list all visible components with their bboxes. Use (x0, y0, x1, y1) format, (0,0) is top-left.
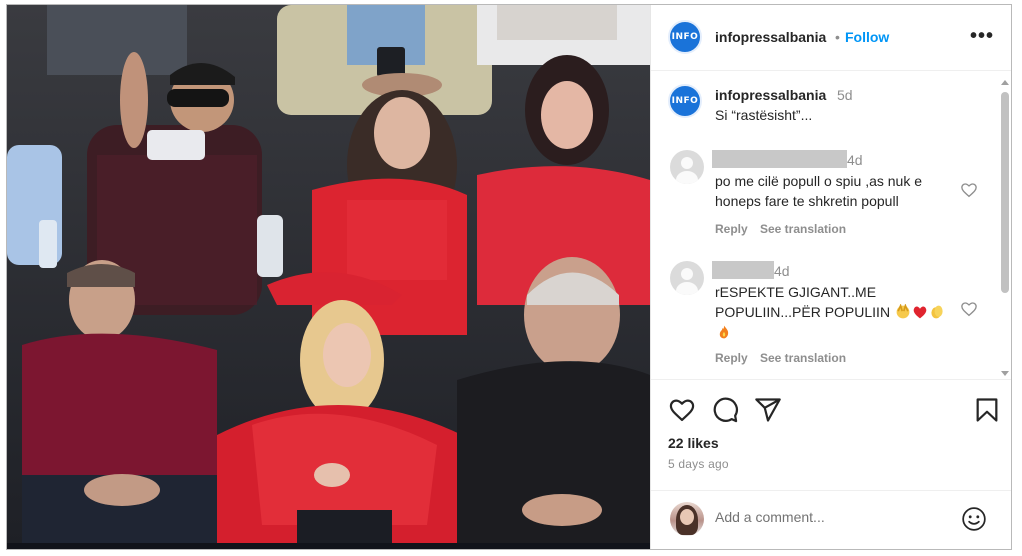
redacted-username (712, 150, 847, 168)
add-comment-input[interactable] (715, 509, 945, 525)
comment-text: rESPEKTE GJIGANT..ME POPULIIN...PËR POPU… (715, 284, 891, 320)
post-photo[interactable] (7, 5, 650, 549)
comment-icon[interactable] (711, 396, 739, 424)
post-username[interactable]: infopressalbania (715, 29, 826, 45)
post-actions: 22 likes 5 days ago (651, 379, 1011, 489)
comment-like-heart-icon[interactable] (960, 181, 978, 199)
comment-time[interactable]: 4d (774, 263, 790, 279)
redacted-username (712, 261, 774, 279)
reply-button[interactable]: Reply (715, 351, 748, 365)
scroll-down-arrow-icon[interactable] (1001, 371, 1009, 376)
commenter-avatar[interactable] (670, 261, 704, 295)
current-user-avatar (670, 502, 704, 536)
follow-button[interactable]: Follow (845, 29, 889, 45)
instagram-post-window: INFO infopressalbania • Follow ••• INFO … (6, 4, 1012, 550)
raising-hands-emoji (896, 304, 910, 319)
heart-icon[interactable] (668, 396, 696, 424)
comment-time[interactable]: 4d (847, 152, 863, 168)
avatar-logo-text: INFO (671, 32, 699, 42)
caption-avatar[interactable]: INFO (668, 84, 702, 118)
follow-separator: • (835, 29, 840, 45)
caption-username[interactable]: infopressalbania (715, 87, 826, 103)
scrollbar-thumb[interactable] (1001, 92, 1009, 293)
see-translation-button[interactable]: See translation (760, 351, 846, 365)
commenter-avatar[interactable] (670, 150, 704, 184)
likes-count[interactable]: 22 likes (668, 435, 719, 451)
add-comment-bar (651, 490, 1011, 549)
scroll-up-arrow-icon[interactable] (1001, 80, 1009, 85)
post-side-panel: INFO infopressalbania • Follow ••• INFO … (650, 5, 1011, 549)
stadium-crowd-photo (7, 5, 650, 549)
see-translation-button[interactable]: See translation (760, 222, 846, 236)
avatar-logo-text: INFO (671, 96, 699, 106)
more-options-icon[interactable]: ••• (969, 23, 995, 49)
share-icon[interactable] (754, 396, 782, 424)
comment-text: po me cilë popull o spiu ,as nuk e honep… (715, 173, 923, 209)
clapping-hands-emoji (931, 305, 943, 319)
comment-text-wrap: rESPEKTE GJIGANT..ME POPULIIN...PËR POPU… (715, 282, 965, 342)
bookmark-icon[interactable] (973, 396, 1001, 424)
account-avatar[interactable]: INFO (668, 20, 702, 54)
red-heart-emoji (913, 306, 927, 319)
caption-text: Si “rastësisht”... (715, 107, 813, 123)
caption-time[interactable]: 5d (837, 87, 853, 103)
comments-scrollbar[interactable] (999, 80, 1011, 376)
post-date: 5 days ago (668, 457, 729, 471)
reply-button[interactable]: Reply (715, 222, 748, 236)
comments-section[interactable]: INFO infopressalbania 5d Si “rastësisht”… (651, 72, 1011, 378)
fire-emoji (719, 325, 729, 339)
emoji-picker-icon[interactable] (961, 506, 987, 532)
comment-like-heart-icon[interactable] (960, 300, 978, 318)
post-header: INFO infopressalbania • Follow ••• (651, 5, 1011, 71)
